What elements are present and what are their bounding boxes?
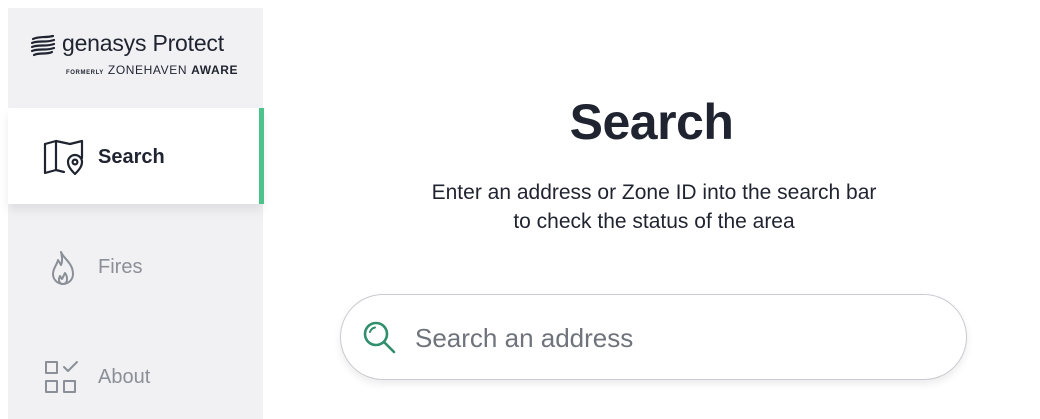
brand-former-name: FORMERLY ZONEHAVEN AWARE [66,63,238,77]
page-subtitle: Enter an address or Zone ID into the sea… [263,178,1040,236]
former-name-light: ZONEHAVEN [107,63,188,77]
sidebar-item-fires[interactable]: Fires [8,218,263,314]
subtitle-line: Enter an address or Zone ID into the sea… [431,181,877,204]
search-input[interactable] [413,315,937,361]
sidebar-item-label: Search [98,146,165,168]
flame-icon [52,251,74,285]
former-name-bold: AWARE [191,63,239,77]
genasys-logo-icon [30,34,56,57]
sidebar-item-about[interactable]: About [8,328,263,419]
sidebar-item-search[interactable]: Search [8,108,264,204]
page-title: Search [569,94,734,150]
brand-logo[interactable]: genasys Protect FORMERLY ZONEHAVEN AWARE [30,30,250,90]
search-bar[interactable] [340,294,967,380]
map-pin-icon [43,139,84,176]
grid-check-icon [45,361,78,393]
page: genasys Protect FORMERLY ZONEHAVEN AWARE… [0,0,1040,419]
subtitle-line: to check the status of the area [513,210,795,233]
sidebar: genasys Protect FORMERLY ZONEHAVEN AWARE… [8,8,264,419]
sidebar-item-label: About [98,366,151,388]
search-icon[interactable] [361,319,399,357]
sidebar-item-label: Fires [98,256,143,278]
brand-name: genasys Protect [62,30,224,56]
formerly-label: FORMERLY [66,70,104,76]
